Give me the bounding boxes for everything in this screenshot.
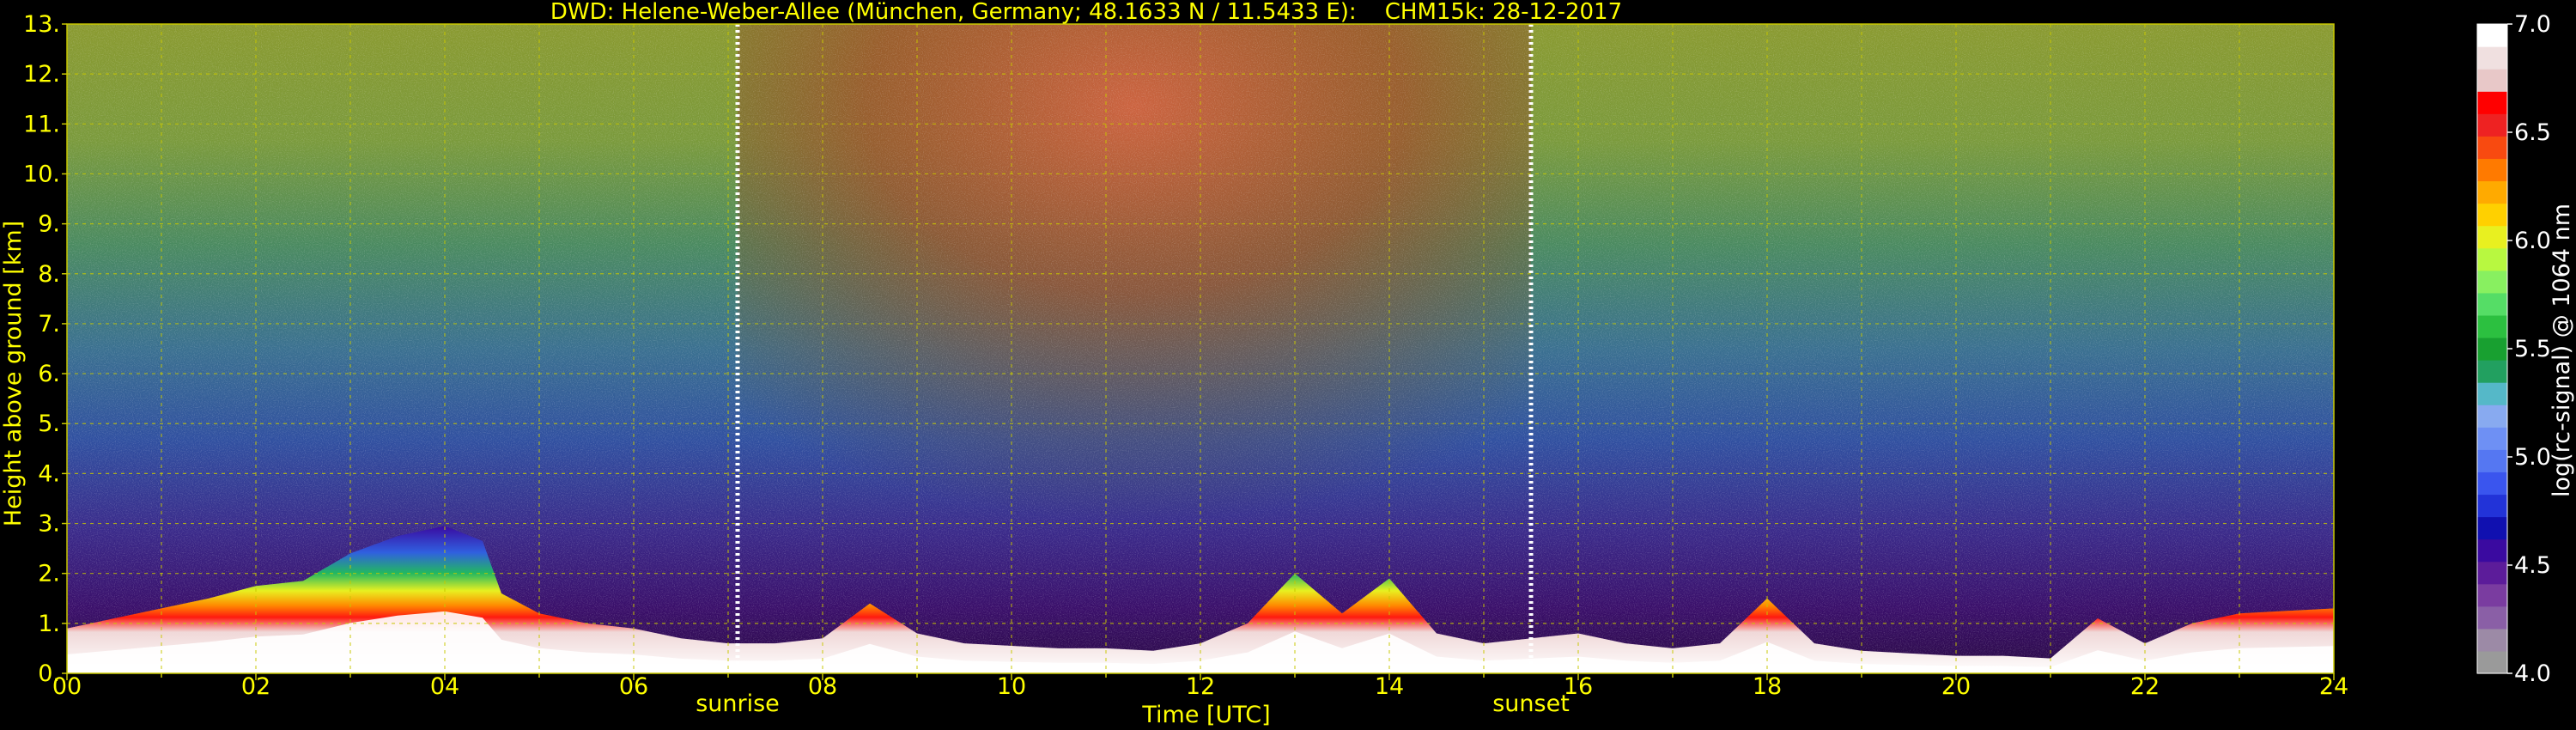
y-tick-label: 6. <box>38 361 60 387</box>
x-tick-label: 04 <box>430 673 459 700</box>
y-tick-label: 7. <box>38 311 60 338</box>
x-tick-label: 24 <box>2319 673 2348 700</box>
y-tick-label: 11. <box>23 111 60 137</box>
x-axis: 00 02 04 06 08 10 12 14 16 18 20 22 24 <box>52 673 2348 700</box>
x-tick-label: 06 <box>619 673 648 700</box>
plot-area: sunrise sunset <box>66 23 2335 717</box>
x-tick-label: 14 <box>1375 673 1404 700</box>
colorbar-segment <box>2477 337 2507 361</box>
x-tick-label: 18 <box>1753 673 1782 700</box>
colorbar-tick-label: 5.5 <box>2514 336 2551 362</box>
ceilometer-chart: sunrise sunset 00 02 04 06 08 10 12 14 16 18 20 22 24… <box>0 0 2575 728</box>
colorbar-segment <box>2477 628 2507 652</box>
y-tick-label: 4. <box>38 460 60 487</box>
y-tick-label: 2. <box>38 561 60 587</box>
y-tick-label: 0. <box>38 660 60 687</box>
x-tick-label: 16 <box>1564 673 1593 700</box>
y-axis: 0. 1. 2. 3. 4. 5. 6. 7. 8. 9. 10. 11. 12. 13. <box>23 11 67 687</box>
colorbar-segment <box>2477 91 2507 114</box>
colorbar-tick-label: 4.5 <box>2514 552 2551 579</box>
colorbar-tick-label: 7.0 <box>2514 11 2551 38</box>
colorbar-segment <box>2477 136 2507 160</box>
y-tick-label: 13. <box>23 11 60 38</box>
colorbar-tick-label: 6.0 <box>2514 228 2551 254</box>
y-tick-label: 12. <box>23 61 60 88</box>
x-tick-label: 20 <box>1941 673 1971 700</box>
colorbar-segment <box>2477 203 2507 227</box>
y-tick-label: 9. <box>38 211 60 238</box>
colorbar-segment <box>2477 270 2507 294</box>
chart-title: DWD: Helene-Weber-Allee (München, German… <box>550 0 1622 25</box>
colorbar-label: log(rc-signal) @ 1064 nm <box>2549 204 2575 497</box>
x-tick-label: 08 <box>808 673 837 700</box>
sunrise-label: sunrise <box>696 690 780 717</box>
y-tick-label: 3. <box>38 511 60 538</box>
colorbar-tick-label: 6.5 <box>2514 119 2551 146</box>
colorbar-segment <box>2477 405 2507 428</box>
colorbar-segment <box>2477 583 2507 607</box>
colorbar-segment <box>2477 46 2507 70</box>
colorbar-segment <box>2477 225 2507 249</box>
y-tick-label: 8. <box>38 261 60 288</box>
colorbar-segment <box>2477 314 2507 338</box>
colorbar-segment <box>2477 449 2507 472</box>
colorbar: 4.0 4.5 5.0 5.5 6.0 6.5 7.0 <box>2476 11 2551 687</box>
colorbar-segment <box>2477 158 2507 182</box>
sunset-label: sunset <box>1492 690 1570 717</box>
colorbar-segment <box>2477 427 2507 450</box>
colorbar-segment <box>2477 360 2507 383</box>
y-axis-label: Height above ground [km] <box>0 221 27 526</box>
colorbar-segment <box>2477 382 2507 405</box>
y-tick-label: 1. <box>38 611 60 637</box>
colorbar-segment <box>2477 561 2507 585</box>
colorbar-segment <box>2477 605 2507 630</box>
y-tick-label: 5. <box>38 411 60 437</box>
x-tick-label: 02 <box>241 673 270 700</box>
colorbar-segment <box>2477 516 2507 540</box>
colorbar-tick-label: 5.0 <box>2514 444 2551 471</box>
x-tick-label: 22 <box>2130 673 2160 700</box>
x-axis-label: Time [UTC] <box>1141 702 1270 728</box>
colorbar-segment <box>2477 69 2507 92</box>
colorbar-segment <box>2477 24 2507 47</box>
colorbar-segment <box>2477 292 2507 316</box>
colorbar-tick-label: 4.0 <box>2514 660 2551 687</box>
x-tick-label: 12 <box>1186 673 1215 700</box>
colorbar-segment <box>2477 650 2507 674</box>
colorbar-segment <box>2477 538 2507 563</box>
y-tick-label: 10. <box>23 161 60 187</box>
colorbar-segment <box>2477 247 2507 271</box>
colorbar-segment <box>2477 471 2507 496</box>
colorbar-segment <box>2477 180 2507 204</box>
colorbar-segment <box>2477 113 2507 137</box>
colorbar-segment <box>2477 494 2507 518</box>
x-tick-label: 10 <box>997 673 1026 700</box>
